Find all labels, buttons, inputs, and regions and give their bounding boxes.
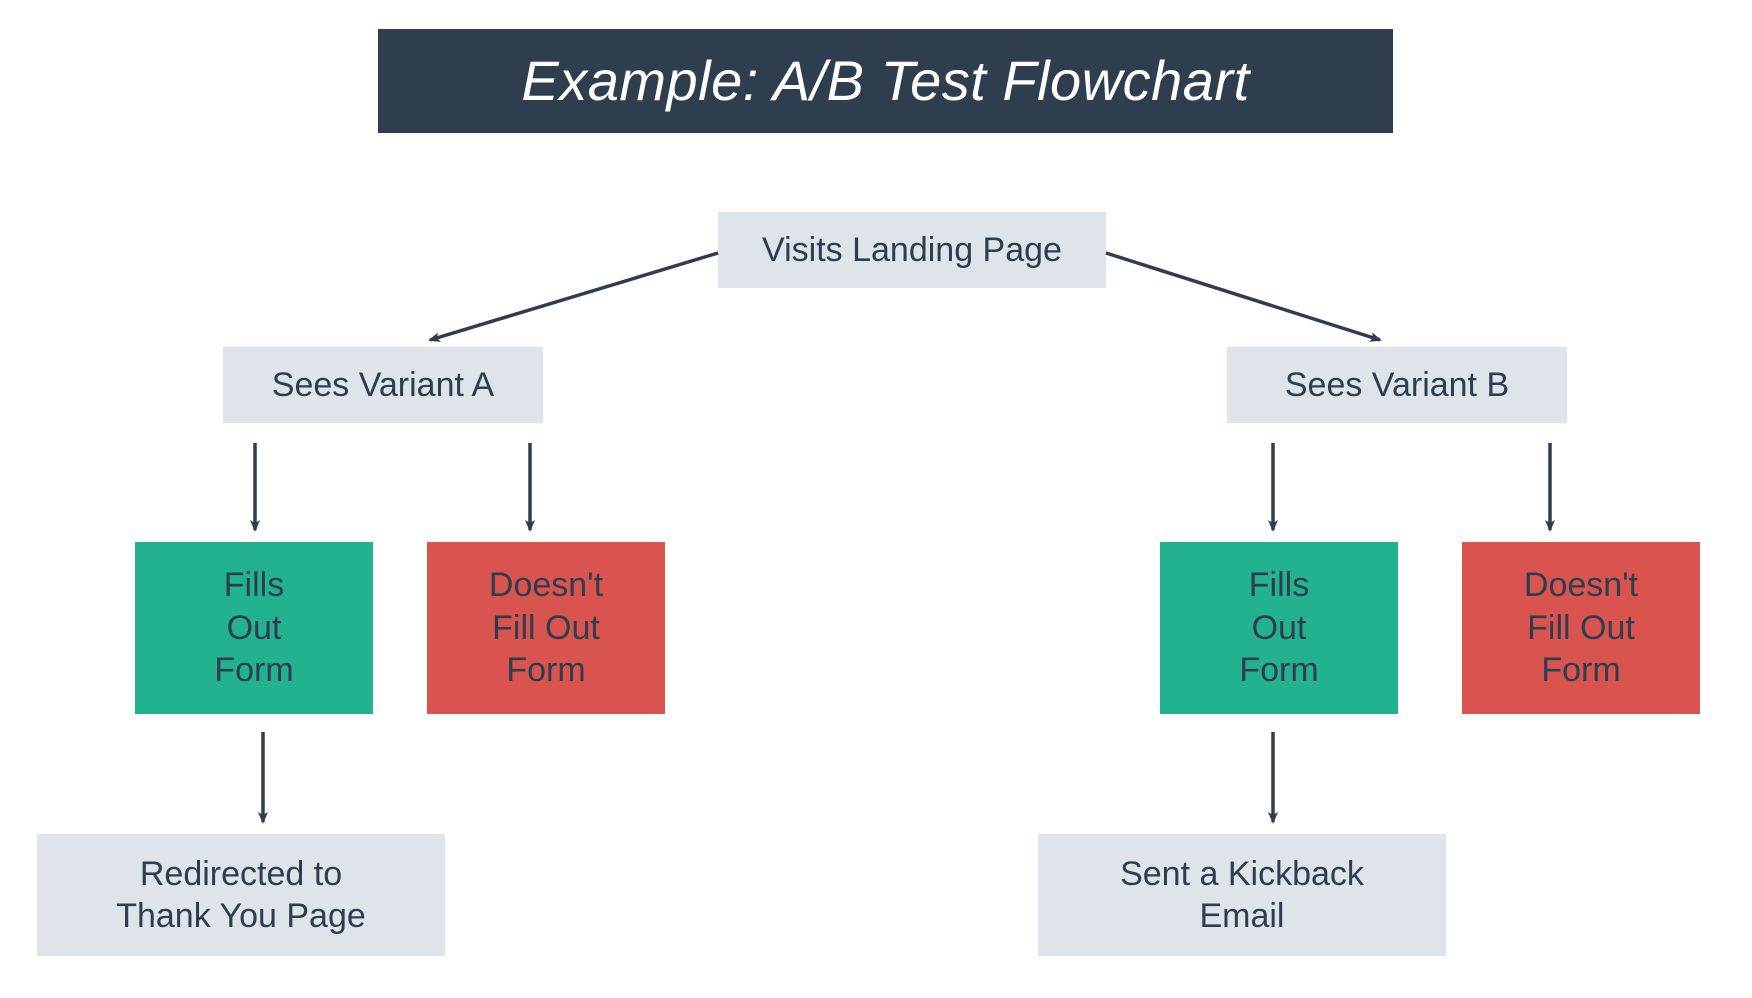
node-kickback: Sent a Kickback Email (1038, 834, 1446, 956)
node-start: Visits Landing Page (718, 212, 1106, 288)
diagram-title: Example: A/B Test Flowchart (378, 29, 1393, 133)
node-nofill-b: Doesn't Fill Out Form (1462, 542, 1700, 714)
node-nofill-a: Doesn't Fill Out Form (427, 542, 665, 714)
node-fills-b: Fills Out Form (1160, 542, 1398, 714)
node-variant-b: Sees Variant B (1227, 347, 1567, 423)
node-thankyou: Redirected to Thank You Page (37, 834, 445, 956)
node-fills-a: Fills Out Form (135, 542, 373, 714)
node-variant-a: Sees Variant A (223, 347, 543, 423)
